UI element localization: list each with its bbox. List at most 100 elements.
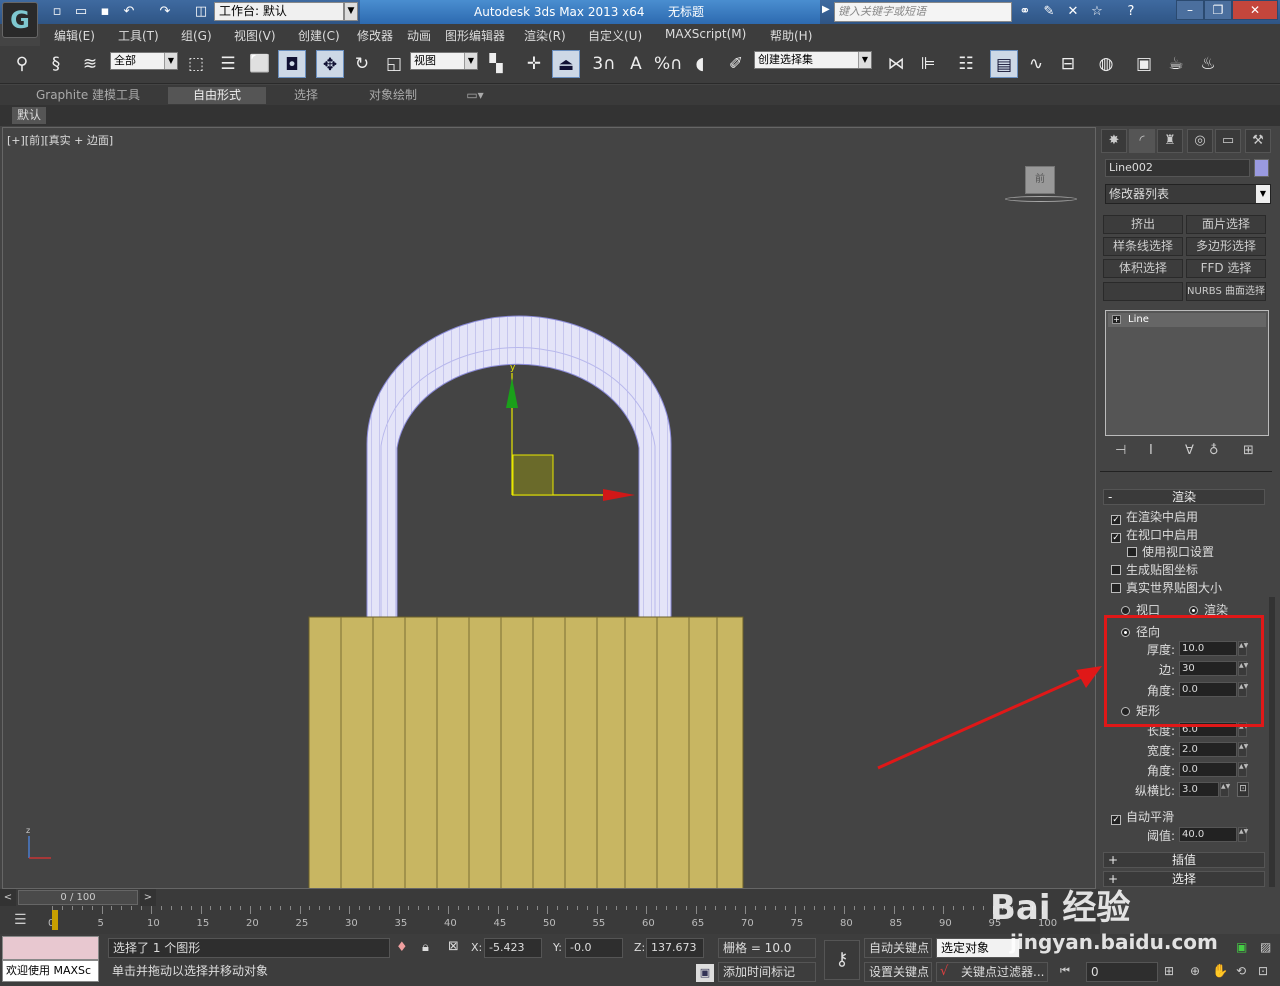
aspect-value[interactable]: 3.0 (1179, 782, 1219, 797)
patch-select-button[interactable]: 面片选择 (1186, 215, 1266, 234)
absolute-mode-icon[interactable]: ⊠ (448, 939, 459, 954)
object-name-field[interactable]: Line002 (1105, 159, 1250, 177)
menu-views[interactable]: 视图(V) (234, 27, 276, 44)
use-viewport-settings-checkbox[interactable]: 使用视口设置 (1127, 543, 1214, 560)
snaps-toggle-icon[interactable]: 3∩ (590, 50, 618, 78)
select-rotate-icon[interactable]: ↻ (348, 50, 376, 78)
menu-maxscript[interactable]: MAXScript(M) (665, 27, 746, 41)
app-logo-button[interactable]: G (2, 2, 38, 38)
menu-graph-editors[interactable]: 图形编辑器 (445, 27, 505, 44)
object-color-swatch[interactable] (1254, 159, 1269, 177)
menu-create[interactable]: 创建(C) (298, 27, 340, 44)
menu-animation[interactable]: 动画 (407, 27, 431, 44)
show-end-result-icon[interactable]: Ⅰ (1149, 443, 1153, 458)
auto-key-button[interactable]: 自动关键点 (864, 938, 932, 958)
ribbon-default-label[interactable]: 默认 (12, 107, 46, 124)
menu-modifiers[interactable]: 修改器 (357, 27, 393, 44)
utilities-tab-icon[interactable]: ⚒ (1245, 129, 1271, 153)
open-file-icon[interactable]: ▭ (72, 3, 90, 21)
percent-snap-icon[interactable]: %∩ (654, 50, 683, 78)
binoculars-icon[interactable]: ⚭ (1016, 3, 1034, 21)
undo-icon[interactable]: ↶ (120, 3, 138, 21)
zoom-extents-icon[interactable]: ▣ (1236, 940, 1247, 954)
set-key-button[interactable]: 设置关键点 (864, 962, 932, 982)
lock-icon[interactable]: ⊡ (1237, 782, 1249, 797)
interpolation-rollout-header[interactable]: + 插值 (1103, 852, 1265, 868)
chevron-left-icon[interactable]: < (0, 889, 16, 906)
pivot-center-icon[interactable]: ▚ (482, 50, 510, 78)
tab-graphite[interactable]: Graphite 建模工具 (14, 87, 162, 104)
menu-edit[interactable]: 编辑(E) (54, 27, 95, 44)
trackbar[interactable]: ☰ 05101520253035404550556065707580859095… (0, 906, 1100, 934)
select-object-icon[interactable]: ⬚ (182, 50, 210, 78)
rendering-rollout-header[interactable]: - 渲染 (1103, 489, 1265, 505)
isolate-icon[interactable]: ♦ (396, 940, 408, 955)
chevron-down-icon[interactable]: ▼ (344, 2, 358, 21)
curve-editor-icon[interactable]: ∿ (1022, 50, 1050, 78)
poly-select-button[interactable]: 多边形选择 (1186, 237, 1266, 256)
new-file-icon[interactable]: ▫ (48, 3, 66, 21)
ffd-select-button[interactable]: FFD 选择 (1186, 259, 1266, 278)
mirror-icon[interactable]: ⋈ (882, 50, 910, 78)
menu-tools[interactable]: 工具(T) (118, 27, 159, 44)
schematic-view-icon[interactable]: ⊟ (1054, 50, 1082, 78)
minimize-button[interactable]: – (1176, 0, 1204, 20)
configure-sets-icon[interactable]: ⊞ (1243, 443, 1254, 458)
motion-tab-icon[interactable]: ◎ (1187, 129, 1213, 153)
time-tag-icon[interactable]: ▣ (696, 964, 714, 982)
x-coordinate-field[interactable]: -5.423 (484, 938, 542, 958)
real-world-map-size-checkbox[interactable]: 真实世界贴图大小 (1111, 579, 1222, 596)
modifier-list-dropdown[interactable]: 修改器列表 ▼ (1105, 184, 1271, 204)
filter-icon[interactable]: ☰ (14, 912, 27, 928)
layer-manager-icon[interactable]: ☷ (952, 50, 980, 78)
modify-tab-icon[interactable]: ◜ (1129, 129, 1155, 153)
selection-filter-dropdown[interactable]: 全部 ▼ (110, 52, 178, 70)
named-selection-dropdown[interactable]: 创建选择集 ▼ (754, 51, 872, 69)
nurbs-surface-select-button[interactable]: NURBS 曲面选择 (1186, 282, 1266, 301)
material-editor-icon[interactable]: ◍ (1092, 50, 1120, 78)
create-tab-icon[interactable]: ✸ (1101, 129, 1127, 153)
enable-in-viewport-checkbox[interactable]: ✓ 在视口中启用 (1111, 526, 1198, 543)
search-input[interactable]: 键入关键字或短语 (834, 2, 1012, 22)
angle2-value[interactable]: 0.0 (1179, 762, 1237, 777)
display-tab-icon[interactable]: ▭ (1215, 129, 1241, 153)
project-folder-icon[interactable]: ◫ (192, 3, 210, 21)
panel-scrollbar[interactable] (1269, 597, 1275, 887)
make-unique-icon[interactable]: ∀ (1185, 443, 1194, 458)
render-setup-icon[interactable]: ▣ (1130, 50, 1158, 78)
threshold-value[interactable]: 40.0 (1179, 827, 1237, 842)
key-icon[interactable]: ⚷ (824, 940, 860, 980)
zoom-extents-all-icon[interactable]: ▨ (1260, 940, 1271, 954)
chevron-right-icon[interactable]: ▶ (822, 4, 830, 15)
select-by-name-icon[interactable]: ☰ (214, 50, 242, 78)
close-button[interactable]: ✕ (1232, 0, 1278, 20)
time-slider[interactable]: 0 / 100 (18, 890, 138, 905)
extrude-button[interactable]: 挤出 (1103, 215, 1183, 234)
spinner-arrows-icon[interactable]: ▲▼ (1238, 827, 1248, 842)
window-crossing-icon[interactable]: ◘ (278, 50, 306, 78)
zoom-all-icon[interactable]: ⊕ (1190, 964, 1200, 978)
link-icon[interactable]: ⚲ (8, 50, 36, 78)
reference-coord-dropdown[interactable]: 视图 ▼ (410, 52, 478, 70)
menu-group[interactable]: 组(G) (181, 27, 212, 44)
z-coordinate-field[interactable]: 137.673 (646, 938, 704, 958)
redo-icon[interactable]: ↷ (156, 3, 174, 21)
restore-button[interactable]: ❐ (1204, 0, 1232, 20)
menu-customize[interactable]: 自定义(U) (588, 27, 642, 44)
select-manipulate-icon[interactable]: ✛ (520, 50, 548, 78)
time-config-icon[interactable]: ⊞ (1164, 964, 1174, 978)
rendered-frame-icon[interactable]: ☕ (1162, 50, 1190, 78)
tab-selection[interactable]: 选择 (270, 87, 342, 104)
ribbon-options-icon[interactable]: ▭▾ (462, 87, 488, 104)
remove-modifier-icon[interactable]: ♁ (1209, 443, 1219, 458)
rect-select-region-icon[interactable]: ⬜ (246, 50, 274, 78)
menu-help[interactable]: 帮助(H) (770, 27, 812, 44)
expand-plus-icon[interactable]: + (1112, 315, 1121, 324)
spline-select-button[interactable]: 样条线选择 (1103, 237, 1183, 256)
stack-item-line[interactable]: + Line (1108, 313, 1266, 327)
maxscript-listener-mini[interactable] (2, 936, 99, 960)
select-move-icon[interactable]: ✥ (316, 50, 344, 78)
communication-icon[interactable]: ✎ (1040, 3, 1058, 21)
graphite-toggle-icon[interactable]: ▤ (990, 50, 1018, 78)
modifier-stack[interactable]: + Line (1105, 310, 1269, 436)
